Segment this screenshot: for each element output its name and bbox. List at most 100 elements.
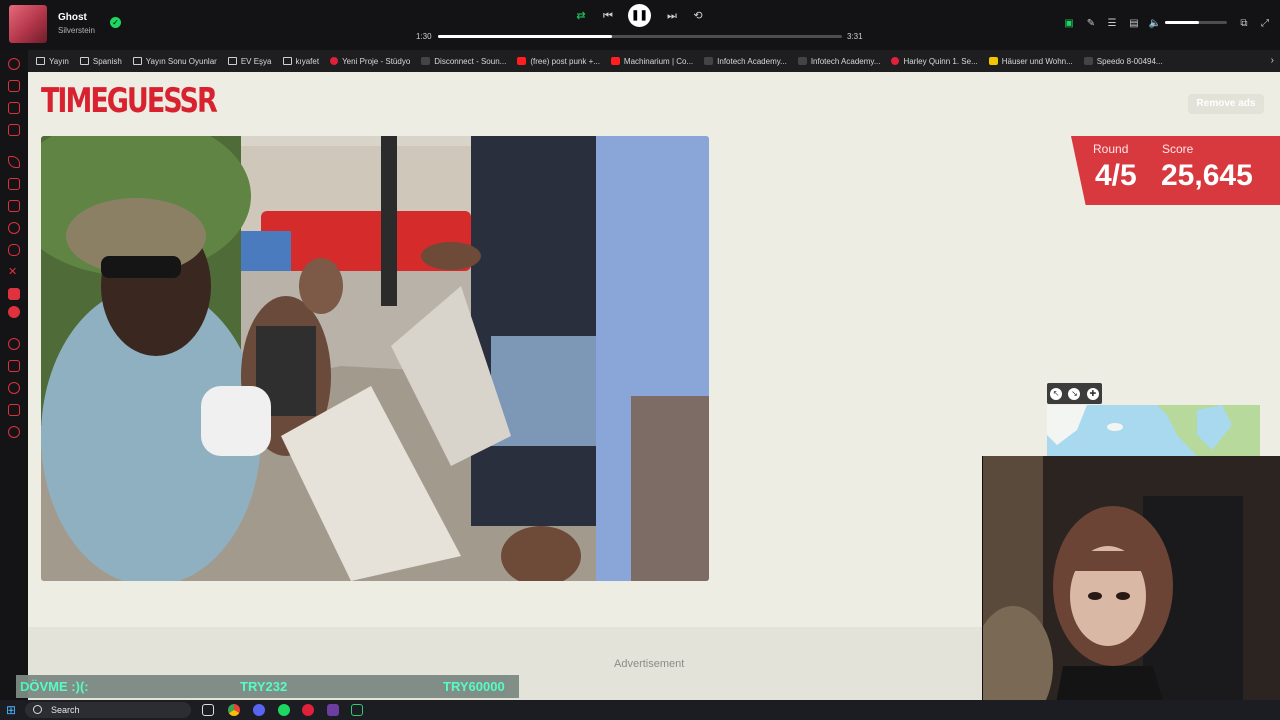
bookmark-item[interactable]: Harley Quinn 1. Se... (891, 56, 978, 66)
taskbar-search-placeholder: Search (51, 705, 80, 715)
queue-icon[interactable]: ☰ (1105, 17, 1119, 31)
donation-goal: TRY60000 (443, 679, 505, 694)
bookmark-item[interactable]: Yayın Sonu Oyunlar (132, 56, 217, 66)
task-view-icon[interactable] (202, 704, 214, 716)
spotify-icon[interactable] (278, 704, 290, 716)
next-icon[interactable]: ⏭ (664, 8, 680, 24)
guess-map[interactable] (1047, 405, 1260, 456)
score-card: Round 4/5 Score 25,645 (1071, 136, 1280, 205)
sidebar-app-icon[interactable] (8, 58, 20, 70)
map-expand-icon[interactable]: ↖ (1050, 387, 1063, 400)
bookmarks-overflow-icon[interactable]: › (1271, 55, 1274, 66)
donation-amount: TRY232 (240, 679, 288, 694)
sidebar-app-icon[interactable] (8, 306, 20, 318)
app-icon[interactable] (351, 704, 363, 716)
x-icon[interactable]: ✕ (8, 266, 20, 278)
sidebar-app-icon[interactable] (8, 222, 20, 234)
map-shrink-icon[interactable]: ↘ (1068, 387, 1081, 400)
search-icon (33, 705, 42, 714)
connect-device-icon[interactable]: ▤ (1127, 17, 1141, 31)
bookmark-item[interactable]: Häuser und Wohn... (988, 57, 1073, 66)
favicon-icon (421, 57, 431, 65)
smart-shuffle-icon[interactable]: ⇄ (573, 8, 589, 24)
remove-ads-button[interactable]: Remove ads (1188, 94, 1264, 114)
sidebar-app-icon[interactable] (8, 178, 20, 190)
taskbar-search-box[interactable]: Search (25, 702, 191, 718)
bookmark-item[interactable]: Machinarium | Co... (610, 56, 694, 66)
folder-icon (36, 57, 45, 65)
bookmark-label: Infotech Academy... (717, 56, 787, 66)
sidebar-app-icon[interactable] (8, 360, 20, 372)
sidebar-app-icon[interactable] (8, 404, 20, 416)
sidebar-app-icon[interactable] (8, 244, 20, 256)
bookmark-label: Yayın Sonu Oyunlar (145, 56, 217, 66)
bookmark-label: (free) post punk +... (530, 56, 600, 66)
lyrics-icon[interactable]: ✎ (1084, 17, 1098, 31)
sidebar-app-icon[interactable] (8, 102, 20, 114)
sidebar-app-icon[interactable] (8, 200, 20, 212)
chrome-icon[interactable] (228, 704, 240, 716)
bookmark-item[interactable]: Spanish (79, 57, 122, 66)
bookmark-item[interactable]: (free) post punk +... (517, 57, 600, 66)
volume-fill (1165, 21, 1200, 24)
sidebar-app-icon[interactable] (8, 288, 20, 300)
bookmark-label: Yayın (49, 56, 69, 66)
bookmark-item[interactable]: kıyafet (282, 56, 320, 66)
advertisement-label: Advertisement (614, 658, 685, 670)
round-label: Round (1093, 142, 1129, 156)
favicon-icon (330, 57, 339, 65)
folder-icon (282, 57, 292, 65)
repeat-icon[interactable]: ⟲ (690, 8, 706, 24)
bookmark-item[interactable]: Yeni Proje - Stüdyo (330, 57, 410, 66)
discord-icon[interactable] (253, 704, 265, 716)
media-player-bar: Ghost Silverstein ✓ ⇄ ⏮ ❚❚ ⏭ ⟲ 1:30 3:31… (0, 0, 1280, 50)
taskbar: ⊞ Search (0, 700, 1280, 720)
bookmark-label: Speedo 8-00494... (1096, 56, 1163, 66)
bookmark-label: Harley Quinn 1. Se... (903, 56, 978, 66)
now-playing-icon[interactable]: ▣ (1062, 17, 1076, 31)
playback-progress-bar[interactable] (438, 35, 842, 38)
previous-icon[interactable]: ⏮ (600, 8, 616, 24)
liked-check-icon[interactable]: ✓ (110, 17, 121, 28)
round-photo[interactable] (41, 136, 709, 581)
pause-button[interactable]: ❚❚ (628, 4, 651, 27)
app-icon[interactable] (302, 704, 314, 716)
sidebar-app-icon[interactable] (8, 124, 20, 136)
bookmark-item[interactable]: Speedo 8-00494... (1083, 56, 1163, 66)
playback-progress-fill (438, 35, 612, 38)
album-art[interactable] (9, 5, 47, 43)
settings-icon[interactable] (8, 426, 20, 438)
bookmark-item[interactable]: Infotech Academy... (797, 57, 880, 66)
bookmark-label: kıyafet (295, 56, 320, 66)
sidebar-app-icon[interactable] (8, 156, 20, 168)
volume-slider[interactable] (1165, 21, 1227, 24)
mini-player-icon[interactable]: ⧉ (1237, 17, 1251, 31)
sidebar-app-icon[interactable] (8, 338, 20, 350)
bookmarks-bar: Yayın Spanish Yayın Sonu Oyunlar EV Eşya kıy… (28, 50, 1280, 72)
bookmark-item[interactable]: EV Eşya (227, 57, 272, 66)
favicon-icon (704, 57, 714, 65)
bookmark-label: Yeni Proje - Stüdyo (342, 56, 411, 66)
sidebar-app-icon[interactable] (8, 80, 20, 92)
pause-icon: ❚❚ (631, 10, 648, 21)
bookmark-item[interactable]: Disconnect - Soun... (421, 57, 506, 66)
fullscreen-icon[interactable]: ⤢ (1258, 17, 1272, 31)
windows-start-icon[interactable]: ⊞ (6, 704, 18, 716)
browser-sidebar: ✕ (0, 50, 28, 700)
site-logo[interactable]: TIMEGUESSR (41, 75, 218, 130)
donation-goal-bar: DÖVME :)(: TRY232 TRY60000 (16, 675, 519, 698)
round-value: 4/5 (1095, 159, 1137, 192)
history-icon[interactable] (8, 382, 20, 394)
folder-icon (79, 57, 89, 65)
favicon-icon (517, 57, 527, 65)
bookmark-item[interactable]: Yayın (36, 57, 69, 66)
time-total: 3:31 (847, 32, 863, 41)
app-icon[interactable] (327, 704, 339, 716)
track-title[interactable]: Ghost (58, 12, 87, 23)
favicon-icon (797, 57, 807, 65)
map-pin-icon[interactable]: ✚ (1086, 387, 1099, 400)
bookmark-item[interactable]: Infotech Academy... (704, 57, 787, 66)
track-artist[interactable]: Silverstein (58, 26, 95, 35)
bookmark-label: Machinarium | Co... (623, 56, 694, 66)
volume-icon[interactable]: 🔈 (1148, 17, 1162, 31)
